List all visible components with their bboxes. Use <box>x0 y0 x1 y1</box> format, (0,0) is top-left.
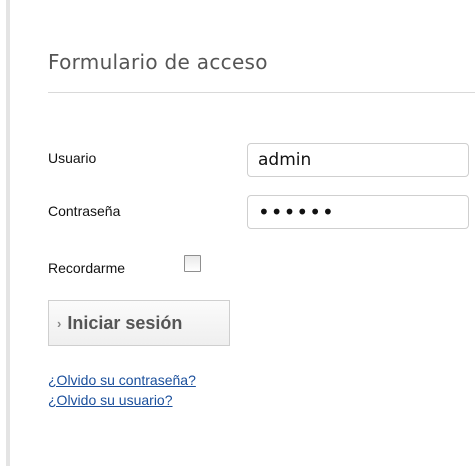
remember-me-label: Recordarme <box>48 260 126 276</box>
remember-me-checkbox[interactable] <box>184 255 201 272</box>
password-label: Contraseña <box>48 203 121 219</box>
username-label: Usuario <box>48 150 97 166</box>
forgot-password-link[interactable]: ¿Olvido su contraseña? <box>48 372 196 388</box>
login-page: Formulario de acceso Usuario Contraseña … <box>0 0 475 466</box>
form-title: Formulario de acceso <box>48 50 268 74</box>
username-field[interactable] <box>247 143 469 177</box>
login-button[interactable]: › Iniciar sesión <box>48 300 230 346</box>
forgot-username-link[interactable]: ¿Olvido su usuario? <box>48 392 173 408</box>
title-divider <box>48 92 475 93</box>
chevron-right-icon: › <box>57 315 62 331</box>
login-button-label: Iniciar sesión <box>67 312 183 333</box>
left-border-rule <box>6 0 10 466</box>
password-field[interactable] <box>247 195 469 229</box>
